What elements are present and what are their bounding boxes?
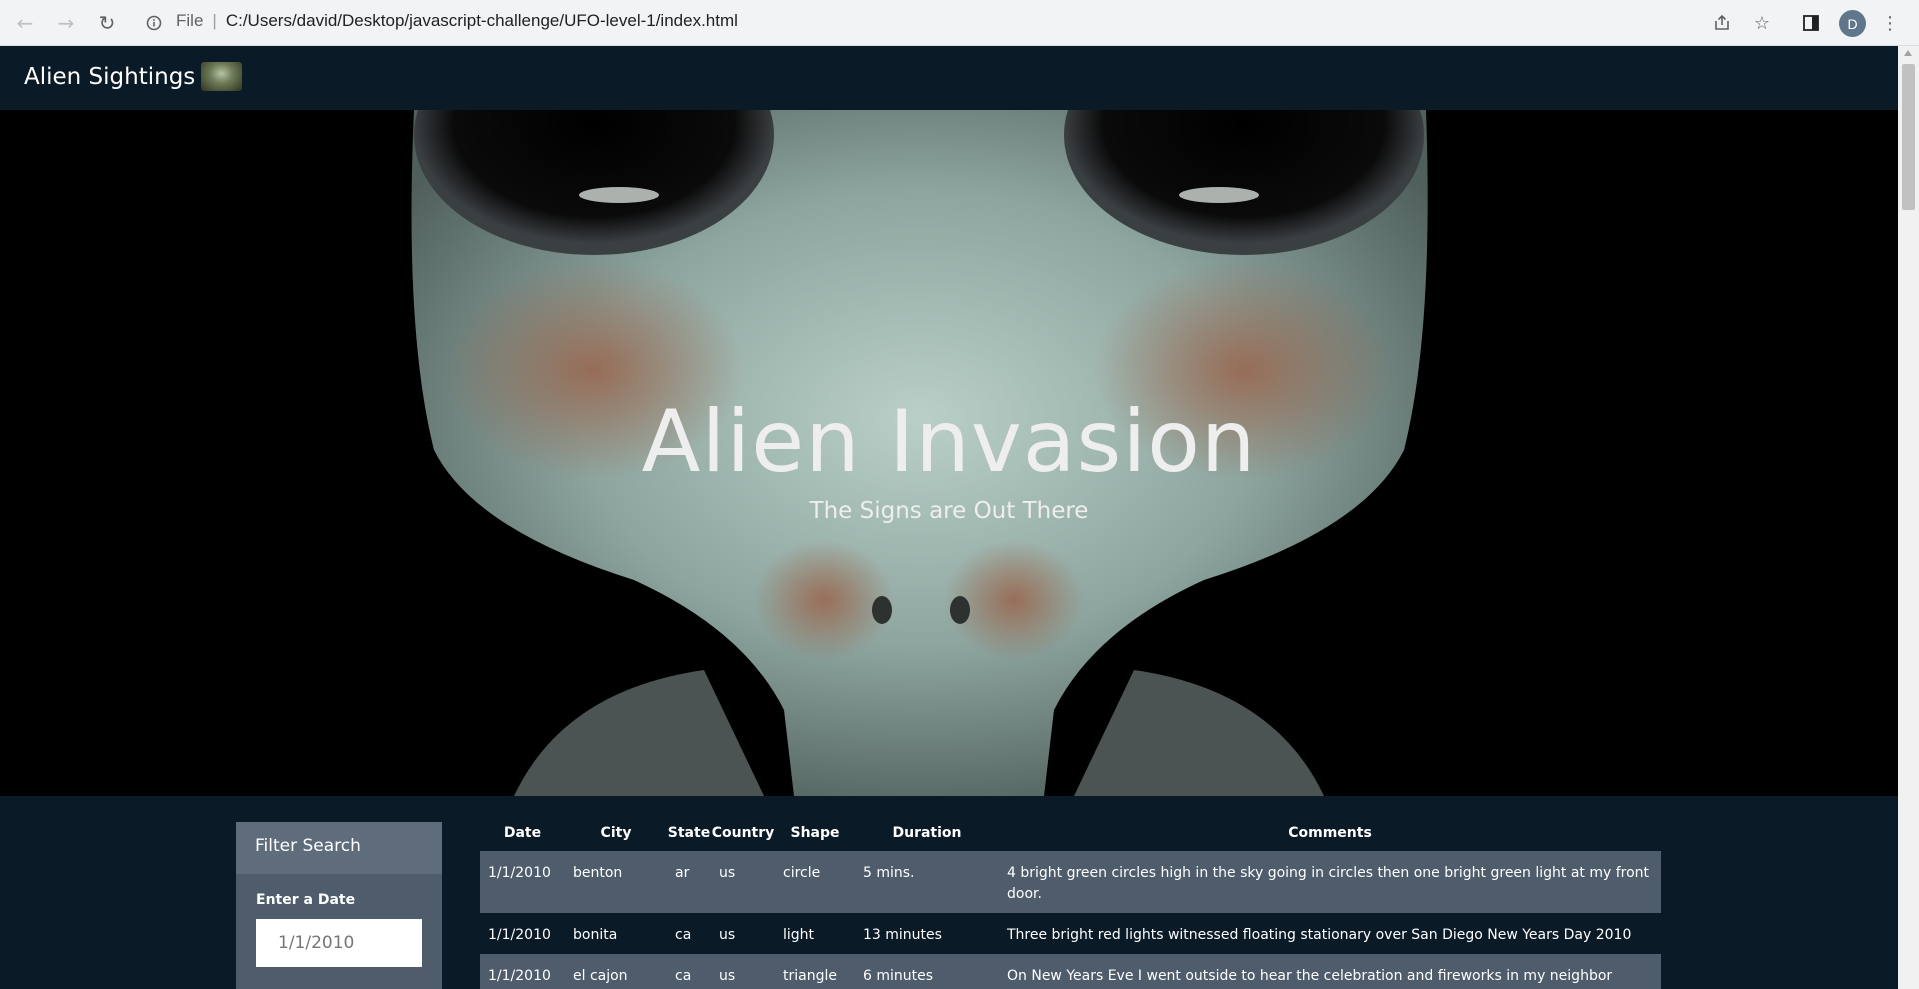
back-arrow-icon[interactable]: ← <box>11 9 39 37</box>
cell-country: us <box>719 927 736 943</box>
url-text: C:/Users/david/Desktop/javascript-challe… <box>225 11 738 30</box>
brand-link[interactable]: Alien Sightings <box>24 62 243 91</box>
cell-date: 1/1/2010 <box>488 927 551 943</box>
scrollbar-thumb[interactable] <box>1902 64 1915 210</box>
cell-date: 1/1/2010 <box>480 954 565 989</box>
page-scrollbar[interactable] <box>1898 46 1919 989</box>
cell-country: us <box>711 851 775 913</box>
brand-alien-image <box>201 62 243 91</box>
cell-state: ca <box>667 954 711 989</box>
table-row: 1/1/2010 benton ar us circle 5 mins. 4 b… <box>480 851 1661 913</box>
cell-city: el cajon <box>565 954 667 989</box>
cell-state: ar <box>667 851 711 913</box>
cell-shape: light <box>783 927 815 943</box>
date-input[interactable] <box>256 919 422 967</box>
cell-comments: On New Years Eve I went outside to hear … <box>999 954 1661 989</box>
cell-duration: 5 mins. <box>855 851 999 913</box>
brand-text: Alien Sightings <box>24 63 196 90</box>
cell-duration: 6 minutes <box>855 954 999 989</box>
date-label: Enter a Date <box>256 892 356 908</box>
browser-toolbar: ← → ↻ File | C:/Users/david/Desktop/javasc… <box>0 0 1919 46</box>
filter-panel: Filter Search Enter a Date <box>236 822 442 989</box>
table-header-row: Date City State Country Shape Duration C… <box>480 815 1661 851</box>
cell-city: benton <box>565 851 667 913</box>
sightings-table: Date City State Country Shape Duration C… <box>480 815 1661 989</box>
column-header-state: State <box>667 825 711 841</box>
address-bar[interactable]: File | C:/Users/david/Desktop/javascript-c… <box>176 11 738 31</box>
info-icon[interactable] <box>143 9 165 37</box>
avatar[interactable]: D <box>1839 10 1866 37</box>
scroll-up-icon[interactable] <box>1904 50 1912 56</box>
cell-shape: circle <box>775 851 855 913</box>
hero-subtitle: The Signs are Out There <box>809 498 1089 524</box>
hero-banner: Alien Invasion The Signs are Out There <box>0 110 1898 796</box>
cell-shape: triangle <box>775 954 855 989</box>
kebab-menu-icon[interactable]: ⋮ <box>1880 9 1900 37</box>
reload-icon[interactable]: ↻ <box>93 9 121 37</box>
cell-state: ca <box>675 927 692 943</box>
file-label: File <box>176 11 204 30</box>
forward-arrow-icon[interactable]: → <box>52 9 80 37</box>
cell-comments: 4 bright green circles high in the sky g… <box>999 851 1661 913</box>
column-header-date: Date <box>503 825 542 841</box>
column-header-comments: Comments <box>1288 825 1372 841</box>
page: Alien Sightings Alien Invasion The Signs… <box>0 46 1898 989</box>
content-area: Filter Search Enter a Date Date City Sta… <box>0 796 1898 989</box>
cell-comments: Three bright red lights witnessed floati… <box>1007 927 1632 943</box>
cell-duration: 13 minutes <box>863 927 942 943</box>
side-panel-icon[interactable] <box>1797 9 1825 37</box>
cell-country: us <box>711 954 775 989</box>
cell-date: 1/1/2010 <box>480 851 565 913</box>
filter-heading: Filter Search <box>236 822 442 874</box>
navbar: Alien Sightings <box>0 46 1898 110</box>
column-header-shape: Shape <box>790 825 840 841</box>
share-icon[interactable] <box>1708 9 1736 37</box>
column-header-country: Country <box>711 825 775 841</box>
column-header-city: City <box>600 825 632 841</box>
hero-title: Alien Invasion <box>641 392 1257 492</box>
table-row: 1/1/2010 el cajon ca us triangle 6 minut… <box>480 954 1661 989</box>
table-row: 1/1/2010 bonita ca us light 13 minutes T… <box>480 913 1661 954</box>
cell-city: bonita <box>573 927 618 943</box>
star-icon[interactable]: ☆ <box>1748 9 1776 37</box>
column-header-duration: Duration <box>892 825 962 841</box>
